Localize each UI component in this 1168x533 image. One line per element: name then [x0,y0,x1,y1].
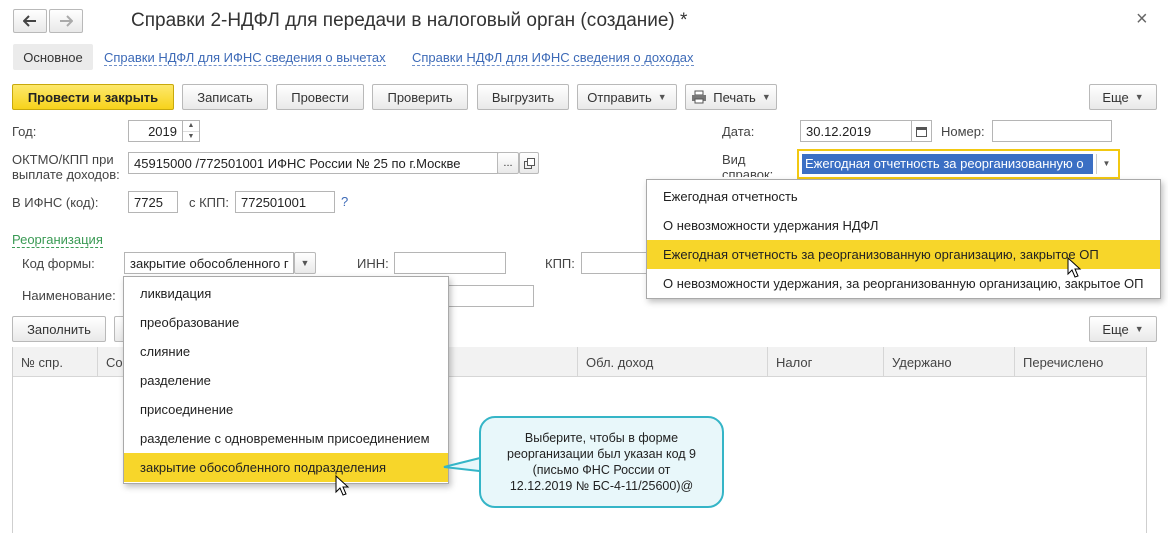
post-and-close-button[interactable]: Провести и закрыть [12,84,174,110]
stepper-down-icon[interactable]: ▼ [183,131,199,141]
send-label: Отправить [587,89,652,105]
list-item[interactable]: разделение [124,366,448,395]
date-label: Дата: [722,124,755,139]
column-header[interactable]: Перечислено [1015,347,1146,377]
column-header[interactable]: № спр. [13,347,98,377]
stepper-up-icon[interactable]: ▲ [183,121,199,131]
callout-line: реорганизации был указан код 9 [507,447,696,461]
chevron-down-icon: ▼ [761,92,771,102]
list-item[interactable]: присоединение [124,395,448,424]
chevron-down-icon: ▼ [300,258,310,268]
more-label: Еще [1102,89,1129,105]
chevron-down-icon: ▼ [1134,92,1144,102]
callout-line: 12.12.2019 № БС-4-11/25600)@ [509,479,694,493]
year-label: Год: [12,124,37,139]
list-item[interactable]: О невозможности удержания НДФЛ [647,211,1160,240]
list-item-selected[interactable]: закрытие обособленного подразделения [124,453,448,482]
oktmo-select-button[interactable]: ... [497,152,519,174]
kind-label-line1: Вид [722,152,746,167]
list-item[interactable]: преобразование [124,308,448,337]
help-icon[interactable]: ? [341,194,348,209]
name-label: Наименование: [22,288,116,303]
chevron-down-icon: ▼ [657,92,667,102]
oktmo-field[interactable]: 45915000 /772501001 ИФНС России № 25 по … [128,152,498,174]
name-field[interactable] [440,285,534,307]
kind-select[interactable]: Ежегодная отчетность за реорганизованную… [797,149,1120,179]
arrow-right-icon [60,15,73,27]
chevron-down-icon: ▼ [1134,324,1144,334]
oktmo-label-line1: ОКТМО/КПП при [12,152,114,167]
list-item[interactable]: разделение с одновременным присоединение… [124,424,448,453]
calendar-icon[interactable] [911,120,932,142]
list-item[interactable]: слияние [124,337,448,366]
list-item[interactable]: О невозможности удержания, за реорганизо… [647,269,1160,298]
reorg-kpp-field[interactable] [581,252,651,274]
arrow-left-icon [23,15,36,27]
tab-deductions[interactable]: Справки НДФЛ для ИФНС сведения о вычетах [104,50,386,66]
export-button[interactable]: Выгрузить [477,84,569,110]
number-label: Номер: [941,124,985,139]
tab-main-label: Основное [23,49,83,65]
ifns-label: В ИФНС (код): [12,195,99,210]
tab-main[interactable]: Основное [13,44,93,70]
inn-field[interactable] [394,252,506,274]
tab-income[interactable]: Справки НДФЛ для ИФНС сведения о доходах [412,50,694,66]
reorg-section-title: Реорганизация [12,232,103,248]
print-button[interactable]: Печать ▼ [685,84,777,110]
back-button[interactable] [13,9,47,33]
check-button[interactable]: Проверить [372,84,468,110]
callout-line: Выберите, чтобы в форме [524,431,679,445]
oktmo-label-line2: выплате доходов: [12,167,120,182]
print-label: Печать [713,89,756,105]
number-field[interactable] [992,120,1112,142]
hint-callout: Выберите, чтобы в форме реорганизации бы… [479,416,724,508]
more-button[interactable]: Еще ▼ [1089,84,1157,110]
kpp-label: с КПП: [189,195,229,210]
form-code-label: Код формы: [22,256,95,271]
open-icon[interactable] [519,152,539,174]
send-button[interactable]: Отправить ▼ [577,84,677,110]
printer-icon [692,90,707,104]
reorg-kpp-label: КПП: [545,256,575,271]
column-header[interactable]: Налог [768,347,884,377]
mouse-pointer-icon [335,475,350,496]
year-field[interactable]: 2019 [128,120,183,142]
kpp-field[interactable]: 772501001 [235,191,335,213]
save-button[interactable]: Записать [182,84,268,110]
form-code-dropdown-button[interactable]: ▼ [294,252,316,274]
column-header[interactable]: Обл. доход [578,347,768,377]
chevron-down-icon[interactable]: ▼ [1096,154,1116,174]
form-code-dropdown-list: ликвидация преобразование слияние раздел… [123,276,449,484]
table-more-label: Еще [1102,321,1129,337]
column-header[interactable]: Удержано [884,347,1015,377]
kind-select-value: Ежегодная отчетность за реорганизованную… [802,154,1093,174]
list-item-selected[interactable]: Ежегодная отчетность за реорганизованную… [647,240,1160,269]
mouse-pointer-icon [1067,257,1082,278]
forward-button[interactable] [49,9,83,33]
inn-label: ИНН: [357,256,389,271]
list-item[interactable]: ликвидация [124,279,448,308]
kind-label-line2: справок: [722,167,774,177]
year-stepper[interactable]: ▲ ▼ [183,120,200,142]
table-more-button[interactable]: Еще ▼ [1089,316,1157,342]
close-icon[interactable]: × [1136,8,1148,31]
list-item[interactable]: Ежегодная отчетность [647,182,1160,211]
fill-button[interactable]: Заполнить [12,316,106,342]
callout-line: (письмо ФНС России от [532,463,671,477]
date-field[interactable]: 30.12.2019 [800,120,912,142]
form-code-select[interactable]: закрытие обособленного г [124,252,294,274]
window-title: Справки 2-НДФЛ для передачи в налоговый … [131,10,688,31]
post-button[interactable]: Провести [276,84,364,110]
kind-dropdown-list: Ежегодная отчетность О невозможности уде… [646,179,1161,299]
ifns-code-field[interactable]: 7725 [128,191,178,213]
